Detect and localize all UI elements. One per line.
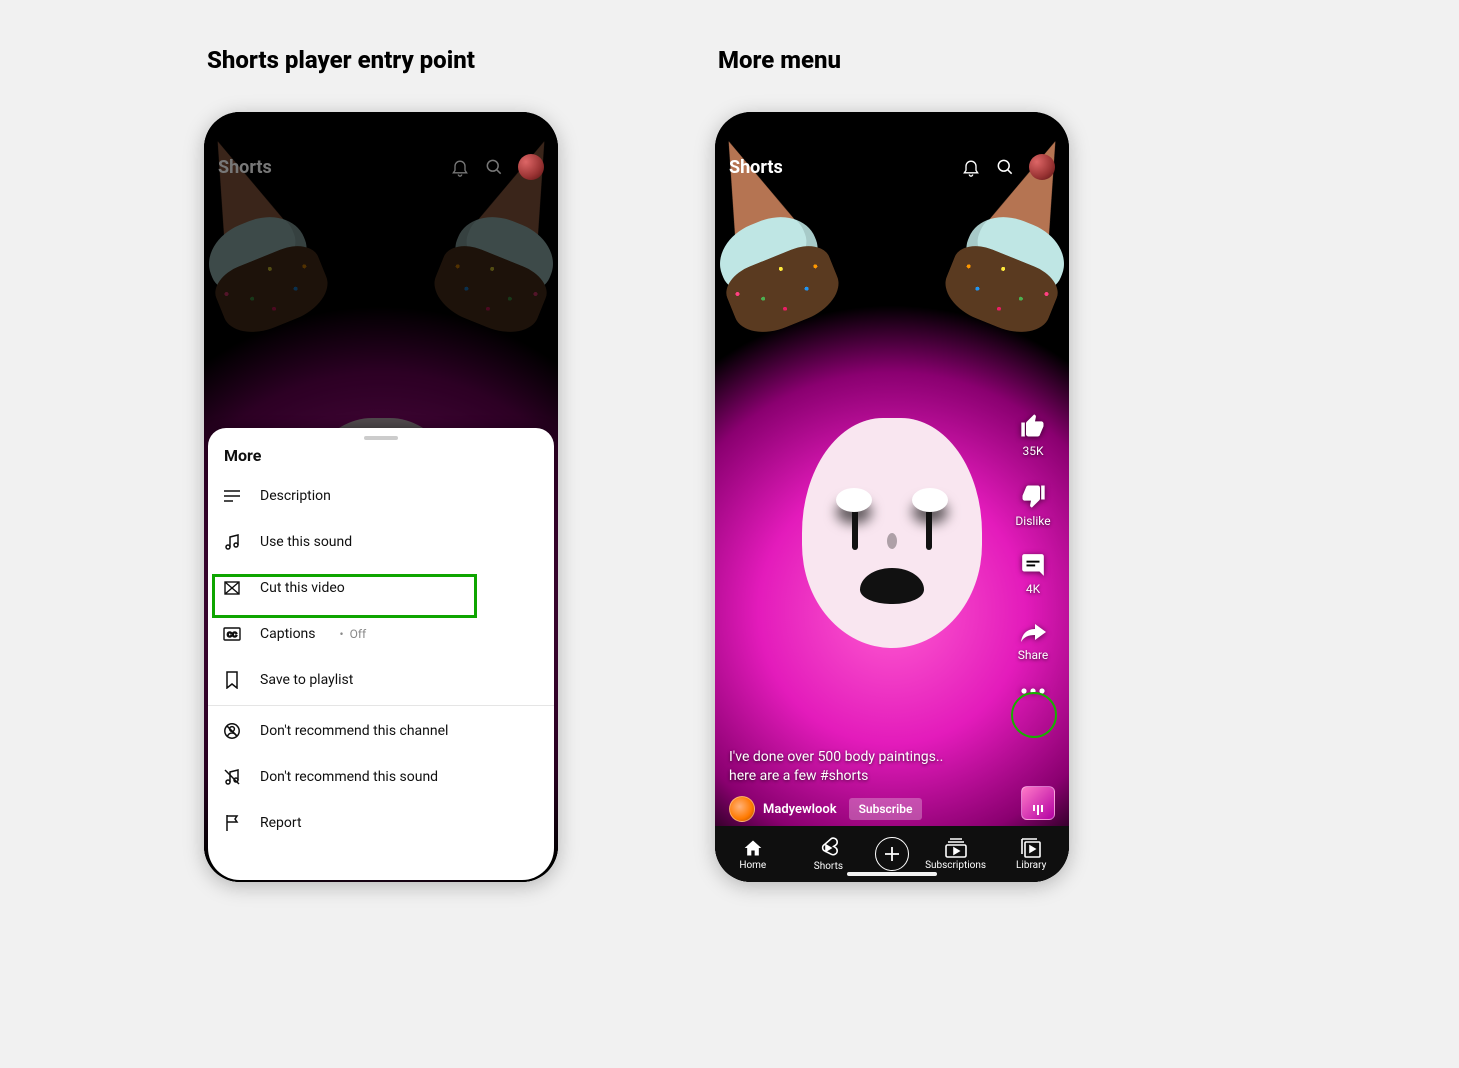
bell-icon[interactable] (961, 157, 981, 177)
thumbs-down-icon (1019, 482, 1047, 510)
shorts-icon (818, 837, 838, 859)
menu-save-playlist-label: Save to playlist (260, 672, 353, 688)
menu-report[interactable]: Report (208, 800, 554, 846)
caption-line-1: I've done over 500 body paintings.. (729, 748, 995, 767)
nav-shorts[interactable]: Shorts (799, 837, 857, 872)
share-button[interactable]: Share (1018, 620, 1049, 662)
library-icon (1021, 838, 1041, 858)
menu-use-sound[interactable]: Use this sound (208, 519, 554, 565)
channel-name[interactable]: Madyewlook (763, 802, 837, 817)
cc-icon: CC (222, 624, 242, 644)
block-channel-icon (222, 721, 242, 741)
block-sound-icon (222, 767, 242, 787)
shorts-action-rail: 35K Dislike 4K Share (1007, 412, 1059, 696)
dislike-button[interactable]: Dislike (1015, 482, 1050, 528)
bottom-nav: Home Shorts Subscriptions Library (715, 826, 1069, 882)
section-title-left: Shorts player entry point (207, 46, 475, 74)
search-icon[interactable] (484, 157, 504, 177)
sound-thumbnail[interactable] (1021, 786, 1055, 820)
sound-equalizer-icon (1033, 805, 1043, 815)
description-icon (222, 486, 242, 506)
menu-cut-video-label: Cut this video (260, 580, 345, 596)
shorts-topbar: Shorts (715, 142, 1069, 192)
home-icon (743, 838, 763, 858)
more-bottom-sheet: More Description Use this sound Cut this… (208, 428, 554, 880)
comments-button[interactable]: 4K (1020, 552, 1046, 596)
menu-captions-label: Captions (260, 626, 316, 642)
shorts-brand: Shorts (218, 157, 436, 178)
share-label: Share (1018, 648, 1049, 662)
plus-icon (884, 846, 900, 862)
search-icon[interactable] (995, 157, 1015, 177)
sheet-title: More (208, 440, 554, 473)
phone-shorts-entry-point: 12:30 Shorts More Description Use thi (204, 112, 558, 882)
menu-use-sound-label: Use this sound (260, 534, 352, 550)
subscriptions-icon (945, 838, 967, 858)
bell-icon[interactable] (450, 157, 470, 177)
menu-dont-recommend-channel[interactable]: Don't recommend this channel (208, 708, 554, 754)
home-indicator (847, 872, 937, 876)
nav-subscriptions-label: Subscriptions (925, 860, 986, 871)
bookmark-icon (222, 670, 242, 690)
phone-more-menu: 12:30 Shorts 35K Dislike 4K Share (715, 112, 1069, 882)
channel-row: Madyewlook Subscribe (729, 796, 922, 822)
avatar[interactable] (518, 154, 544, 180)
menu-description[interactable]: Description (208, 473, 554, 519)
nav-home[interactable]: Home (724, 838, 782, 871)
dislike-label: Dislike (1015, 514, 1050, 528)
more-button[interactable] (1019, 686, 1047, 696)
menu-dont-recommend-channel-label: Don't recommend this channel (260, 723, 448, 739)
comment-icon (1020, 552, 1046, 578)
share-icon (1019, 620, 1047, 644)
thumbs-up-icon (1019, 412, 1047, 440)
nav-home-label: Home (739, 860, 766, 871)
subscribe-button[interactable]: Subscribe (849, 798, 923, 820)
nav-create[interactable] (875, 837, 909, 871)
menu-captions[interactable]: CC Captions •Off (208, 611, 554, 657)
caption-line-2: here are a few #shorts (729, 767, 995, 786)
cut-icon (222, 578, 242, 598)
music-icon (222, 532, 242, 552)
like-button[interactable]: 35K (1019, 412, 1047, 458)
flag-icon (222, 813, 242, 833)
menu-report-label: Report (260, 815, 302, 831)
shorts-brand: Shorts (729, 157, 947, 178)
captions-state: •Off (334, 627, 367, 641)
avatar[interactable] (1029, 154, 1055, 180)
menu-dont-recommend-sound-label: Don't recommend this sound (260, 769, 438, 785)
section-title-right: More menu (718, 46, 841, 74)
video-caption[interactable]: I've done over 500 body paintings.. here… (729, 748, 995, 786)
nav-shorts-label: Shorts (814, 861, 843, 872)
more-horizontal-icon (1019, 686, 1047, 696)
menu-description-label: Description (260, 488, 331, 504)
nav-library[interactable]: Library (1002, 838, 1060, 871)
comments-count: 4K (1026, 582, 1040, 596)
menu-dont-recommend-sound[interactable]: Don't recommend this sound (208, 754, 554, 800)
sheet-divider (208, 705, 554, 706)
shorts-topbar: Shorts (204, 142, 558, 192)
menu-save-playlist[interactable]: Save to playlist (208, 657, 554, 703)
menu-cut-video[interactable]: Cut this video (208, 565, 554, 611)
nav-library-label: Library (1016, 860, 1046, 871)
like-count: 35K (1022, 444, 1043, 458)
svg-text:CC: CC (227, 632, 237, 639)
nav-subscriptions[interactable]: Subscriptions (927, 838, 985, 871)
channel-avatar[interactable] (729, 796, 755, 822)
